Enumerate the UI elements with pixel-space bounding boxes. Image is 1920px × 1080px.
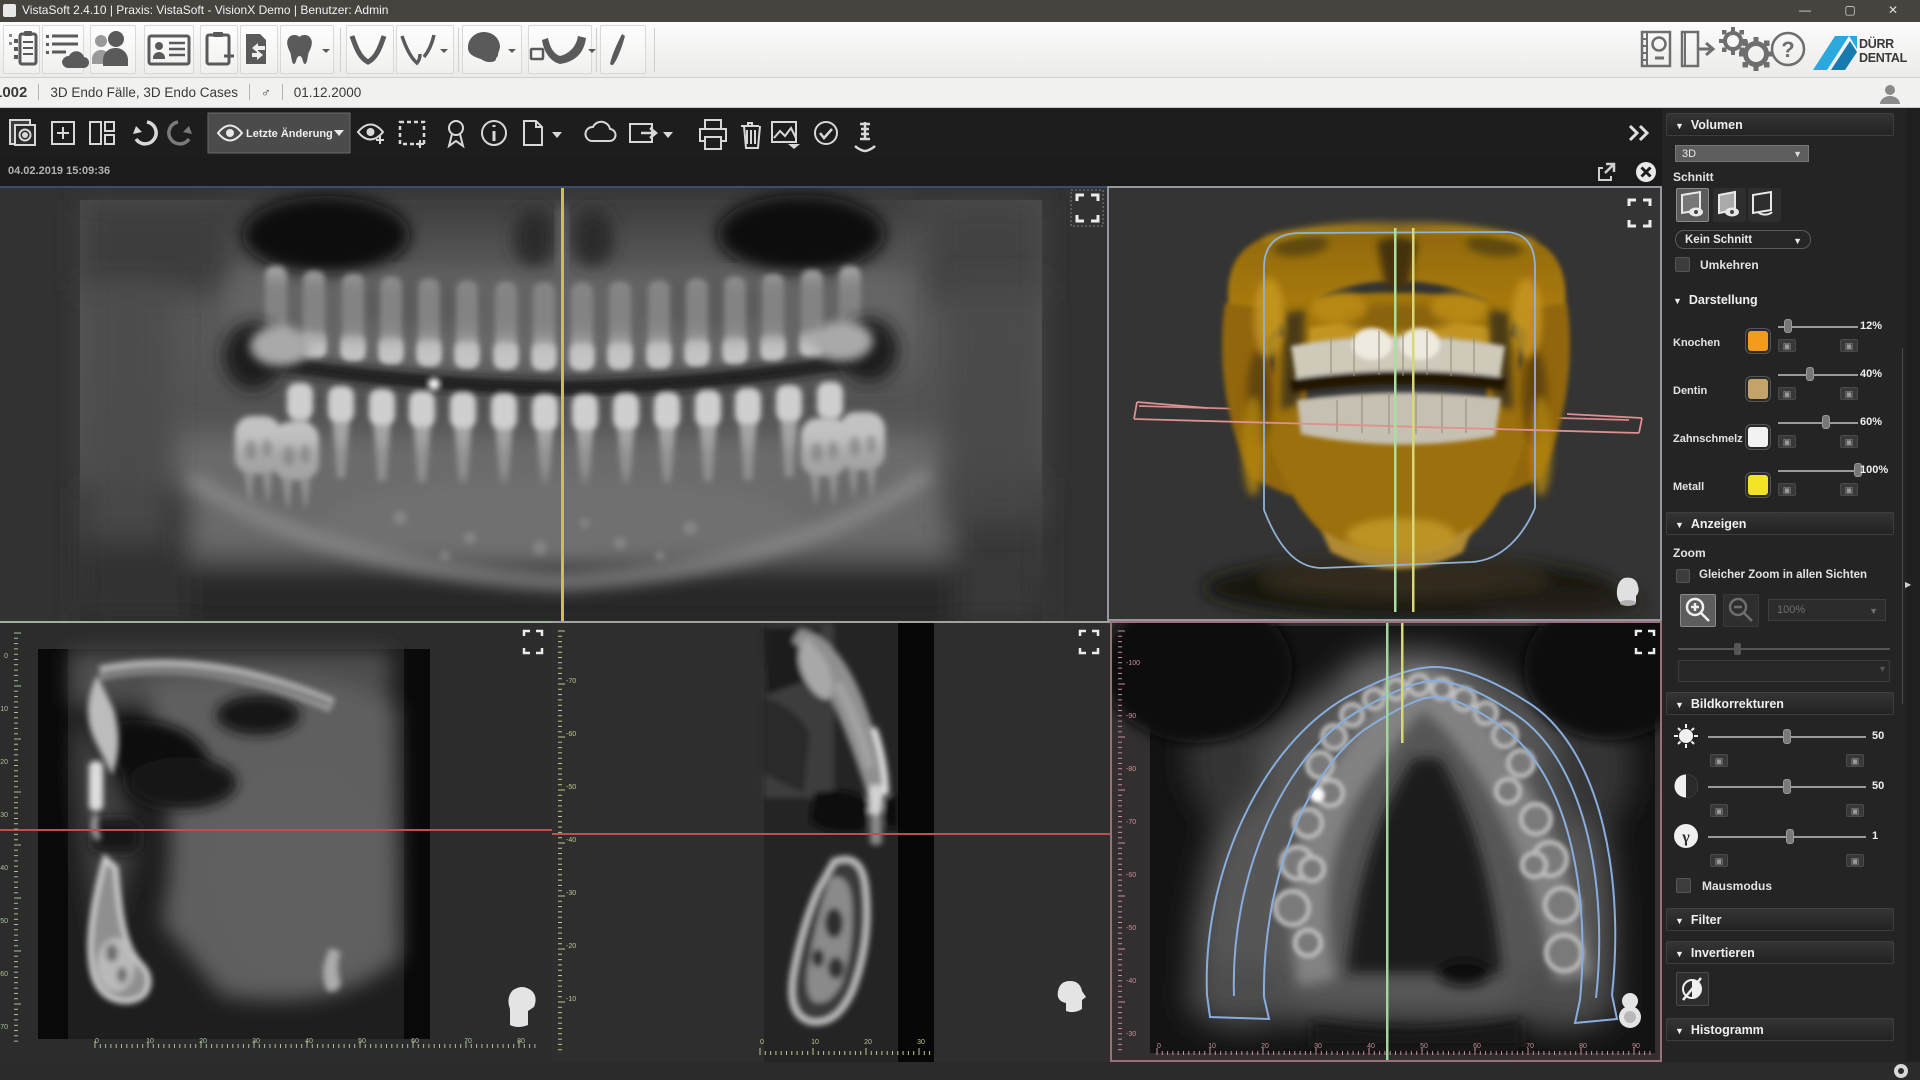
svg-text:Letzte Änderung: Letzte Änderung bbox=[246, 127, 333, 140]
svg-text:-30: -30 bbox=[1126, 1031, 1136, 1038]
svg-text:70: 70 bbox=[1526, 1043, 1534, 1050]
svg-text:10: 10 bbox=[0, 706, 8, 713]
svg-text:-100: -100 bbox=[1126, 660, 1140, 667]
svg-text:-70: -70 bbox=[566, 678, 576, 685]
svg-text:-60: -60 bbox=[566, 731, 576, 738]
svg-text:10: 10 bbox=[146, 1038, 154, 1045]
svg-text:60: 60 bbox=[1473, 1043, 1481, 1050]
svg-text:50: 50 bbox=[358, 1038, 366, 1045]
svg-text:50: 50 bbox=[1420, 1043, 1428, 1050]
svg-text:-40: -40 bbox=[566, 837, 576, 844]
svg-text:60: 60 bbox=[0, 971, 8, 978]
svg-text:20: 20 bbox=[1261, 1043, 1269, 1050]
svg-text:-50: -50 bbox=[1126, 925, 1136, 932]
svg-text:40: 40 bbox=[305, 1038, 313, 1045]
svg-text:0: 0 bbox=[4, 653, 8, 660]
svg-text:-70: -70 bbox=[1126, 819, 1136, 826]
svg-text:0: 0 bbox=[760, 1039, 764, 1046]
svg-text:0: 0 bbox=[1157, 1043, 1161, 1050]
svg-text:70: 70 bbox=[464, 1038, 472, 1045]
svg-text:30: 30 bbox=[0, 812, 8, 819]
svg-text:30: 30 bbox=[252, 1038, 260, 1045]
svg-text:-40: -40 bbox=[1126, 978, 1136, 985]
svg-text:20: 20 bbox=[0, 759, 8, 766]
svg-text:40: 40 bbox=[0, 865, 8, 872]
svg-text:-50: -50 bbox=[566, 784, 576, 791]
svg-text:-80: -80 bbox=[1126, 766, 1136, 773]
svg-text:?: ? bbox=[1781, 37, 1794, 62]
svg-text:DENTAL: DENTAL bbox=[1859, 51, 1908, 65]
svg-text:40: 40 bbox=[1367, 1043, 1375, 1050]
svg-text:10: 10 bbox=[811, 1039, 819, 1046]
svg-text:DÜRR: DÜRR bbox=[1859, 36, 1894, 51]
svg-text:-60: -60 bbox=[1126, 872, 1136, 879]
svg-text:-90: -90 bbox=[1126, 713, 1136, 720]
svg-text:30: 30 bbox=[917, 1039, 925, 1046]
svg-text:50: 50 bbox=[0, 918, 8, 925]
svg-text:30: 30 bbox=[1314, 1043, 1322, 1050]
svg-text:0: 0 bbox=[95, 1038, 99, 1045]
svg-text:20: 20 bbox=[864, 1039, 872, 1046]
svg-text:90: 90 bbox=[1632, 1043, 1640, 1050]
svg-text:-20: -20 bbox=[566, 943, 576, 950]
svg-text:-30: -30 bbox=[566, 890, 576, 897]
svg-text:γ: γ bbox=[1681, 829, 1690, 846]
svg-text:-10: -10 bbox=[566, 996, 576, 1003]
svg-text:70: 70 bbox=[0, 1024, 8, 1031]
svg-text:80: 80 bbox=[1579, 1043, 1587, 1050]
svg-text:80: 80 bbox=[517, 1038, 525, 1045]
svg-text:60: 60 bbox=[411, 1038, 419, 1045]
svg-text:20: 20 bbox=[199, 1038, 207, 1045]
svg-text:10: 10 bbox=[1208, 1043, 1216, 1050]
